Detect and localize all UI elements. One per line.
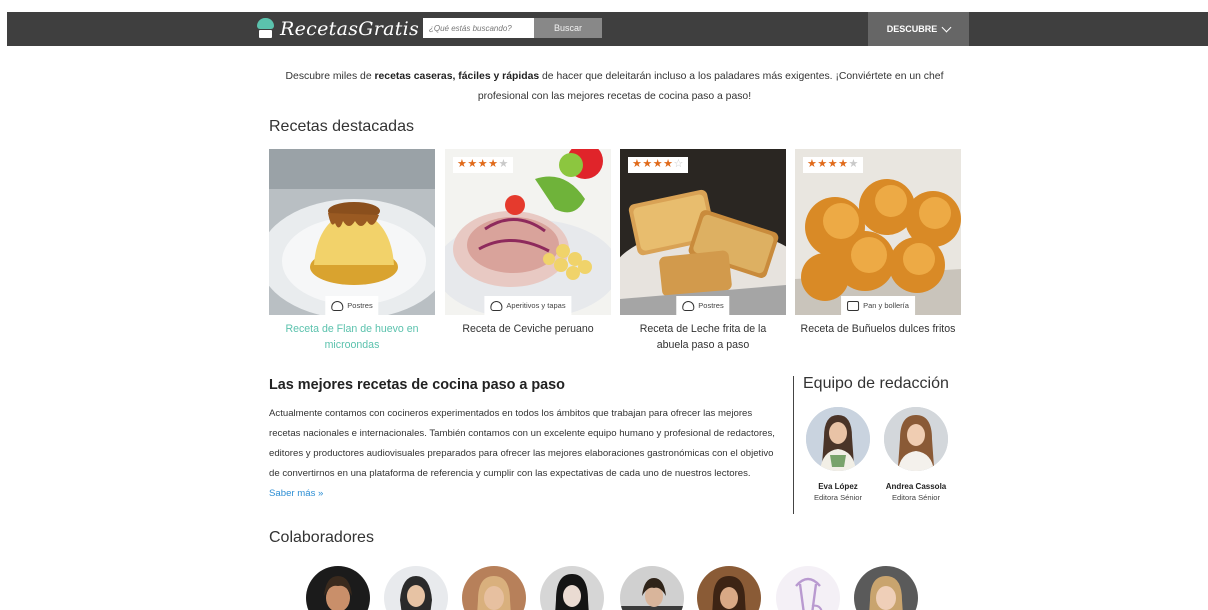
rating-stars: ★★★★★ (803, 157, 863, 173)
section-divider (793, 376, 794, 514)
rating-stars: ★★★★★ (453, 157, 513, 173)
recipe-title-link[interactable]: Receta de Flan de huevo en microondas (269, 321, 435, 353)
site-logo[interactable]: RecetasGratis (257, 17, 419, 41)
recipe-title-link[interactable]: Receta de Ceviche peruano (445, 321, 611, 337)
category-badge[interactable]: Postres (325, 296, 379, 315)
recipe-title-link[interactable]: Receta de Buñuelos dulces fritos (795, 321, 961, 337)
recipe-card-ceviche[interactable]: ★★★★★ Aperitivos y tapas Receta de Cevic… (445, 149, 611, 337)
recipe-card-flan[interactable]: Postres Receta de Flan de huevo en micro… (269, 149, 435, 353)
editor-role: Editora Sénior (813, 493, 863, 502)
dessert-icon (331, 300, 344, 311)
bread-icon (847, 300, 860, 311)
editor-card[interactable]: Andrea Cassola Editora Sénior (883, 407, 949, 502)
collaborator-avatar[interactable] (462, 566, 526, 610)
recipe-card-bunuelos[interactable]: ★★★★★ Pan y bollería Receta de Buñuelos … (795, 149, 961, 337)
category-badge[interactable]: Pan y bollería (841, 296, 915, 315)
search-button[interactable]: Buscar (534, 18, 602, 38)
brand-name: RecetasGratis (280, 18, 420, 40)
recipe-image-leche-frita[interactable]: ★★★★☆ Postres (620, 149, 786, 315)
collaborator-avatar[interactable] (620, 566, 684, 610)
recipe-card-leche-frita[interactable]: ★★★★☆ Postres Receta de Leche frita de l… (620, 149, 786, 353)
collaborator-avatar[interactable] (854, 566, 918, 610)
chevron-down-icon (941, 22, 952, 32)
recipe-image-flan[interactable]: Postres (269, 149, 435, 315)
chef-hat-icon (257, 18, 274, 40)
top-navigation-bar (7, 12, 1208, 46)
category-badge[interactable]: Postres (676, 296, 730, 315)
collaborator-avatar[interactable] (384, 566, 448, 610)
avatar[interactable] (806, 407, 870, 471)
recipe-title-link[interactable]: Receta de Leche frita de la abuela paso … (620, 321, 786, 353)
featured-heading: Recetas destacadas (269, 118, 414, 135)
intro-emphasis: recetas caseras, fáciles y rápidas (374, 71, 540, 82)
dessert-icon (682, 300, 695, 311)
search-input[interactable] (423, 18, 534, 38)
rating-stars: ★★★★☆ (628, 157, 688, 173)
best-recipes-heading: Las mejores recetas de cocina paso a pas… (269, 377, 565, 393)
recipe-image-bunuelos[interactable]: ★★★★★ Pan y bollería (795, 149, 961, 315)
editor-role: Editora Sénior (891, 493, 941, 502)
best-recipes-text: Actualmente contamos con cocineros exper… (269, 408, 775, 499)
team-heading: Equipo de redacción (803, 375, 949, 392)
recipe-image-ceviche[interactable]: ★★★★★ Aperitivos y tapas (445, 149, 611, 315)
editor-name: Eva López (818, 482, 858, 491)
avatar[interactable] (884, 407, 948, 471)
descubre-menu-button[interactable]: DESCUBRE (868, 12, 969, 46)
collaborator-avatar[interactable] (776, 566, 840, 610)
collaborator-avatar[interactable] (540, 566, 604, 610)
editor-name: Andrea Cassola (885, 482, 947, 491)
intro-paragraph: Descubre miles de recetas caseras, fácil… (285, 71, 944, 102)
appetizer-icon (490, 300, 503, 311)
collaborator-avatar[interactable] (306, 566, 370, 610)
category-badge[interactable]: Aperitivos y tapas (484, 296, 572, 315)
editor-card[interactable]: Eva López Editora Sénior (805, 407, 871, 502)
collaborator-avatar[interactable] (697, 566, 761, 610)
descubre-label: DESCUBRE (886, 24, 938, 34)
read-more-link[interactable]: Saber más » (269, 488, 323, 499)
collaborators-heading: Colaboradores (269, 529, 374, 546)
